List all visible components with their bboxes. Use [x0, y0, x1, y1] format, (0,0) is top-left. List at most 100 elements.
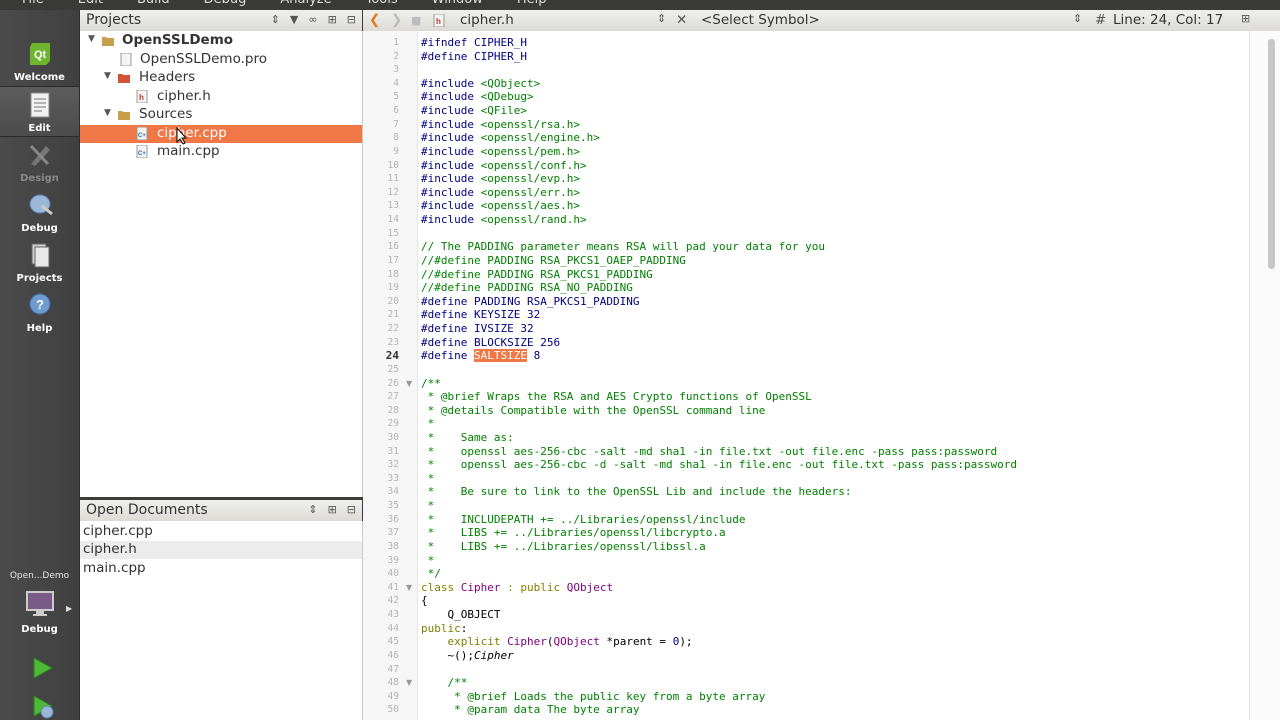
code-token: *parent =: [599, 635, 673, 649]
scrollbar-thumb[interactable]: [1268, 39, 1275, 269]
close-pane-icon[interactable]: ⊟: [347, 13, 356, 26]
view-selector-icon[interactable]: ⇕: [271, 13, 280, 26]
expand-arrow-icon[interactable]: ▼: [104, 108, 111, 118]
open-documents-title: Open Documents: [86, 502, 208, 518]
menu-debug[interactable]: Debug: [204, 0, 247, 7]
file-dropdown-icon[interactable]: ⇕: [657, 12, 666, 25]
line-number: 42: [387, 595, 399, 607]
design-pencil-icon: [29, 144, 50, 166]
kit-selector[interactable]: ▶ Debug: [0, 586, 79, 642]
open-document-item[interactable]: main.cpp: [80, 560, 362, 578]
line-number: 21: [387, 309, 399, 321]
line-number: 38: [387, 540, 399, 552]
code-line: {: [421, 594, 428, 608]
split-icon[interactable]: ⊞: [328, 503, 337, 516]
code-line: #include <openssl/aes.h>: [421, 199, 580, 213]
menu-window[interactable]: Window: [432, 0, 483, 7]
line-number: 12: [387, 186, 399, 198]
debug-run-icon[interactable]: [30, 694, 54, 720]
code-token: * @brief Loads the public key from a byt…: [421, 689, 766, 703]
mode-sidebar: Qt Welcome Edit Design Debug Projects ? …: [0, 10, 80, 720]
kit-arrow-icon: ▶: [66, 604, 73, 613]
code-token: <openssl/pem.h>: [480, 144, 580, 158]
menu-analyze[interactable]: Analyze: [280, 0, 331, 7]
code-token: * openssl aes-256-cbc -salt -md sha1 -in…: [421, 444, 998, 458]
code-token: #include: [421, 90, 481, 104]
sources-folder-icon: [118, 111, 130, 120]
forward-arrow-icon[interactable]: ❯: [391, 12, 402, 28]
code-line: #ifndef CIPHER_H: [421, 36, 527, 50]
menu-help[interactable]: Help: [517, 0, 547, 7]
line-number: 47: [387, 663, 399, 675]
tree-label: Headers: [139, 69, 196, 85]
mode-design[interactable]: Design: [0, 138, 79, 186]
mode-label: Help: [26, 323, 53, 334]
code-editor[interactable]: 1 2 3 4 5 6 7 8 9 10 11 12 13 14 15 16 17 18 19 20 21 22 23 24 2…: [363, 31, 1280, 720]
fold-marker-icon[interactable]: ▼: [406, 678, 412, 687]
code-token: #define KEYSIZE 32: [421, 308, 541, 322]
mode-projects[interactable]: Projects: [0, 238, 79, 286]
vertical-scrollbar[interactable]: [1249, 31, 1280, 720]
code-token: #define PADDING RSA_PKCS1_PADDING: [421, 294, 640, 308]
menu-file[interactable]: File: [22, 0, 44, 7]
code-token: * LIBS += ../Libraries/openssl/libcrypto…: [421, 526, 726, 540]
code-line: #define BLOCKSIZE 256: [421, 336, 560, 350]
svg-text:h: h: [436, 17, 441, 26]
code-token: <QDebug>: [480, 90, 534, 104]
link-icon[interactable]: ∞: [308, 13, 317, 26]
code-line: * openssl aes-256-cbc -salt -md sha1 -in…: [421, 444, 998, 459]
line-number-gutter: 1 2 3 4 5 6 7 8 9 10 11 12 13 14 15 16 17 18 19 20 21 22 23 24 2…: [363, 31, 418, 720]
filter-icon[interactable]: ▼: [290, 13, 298, 26]
open-document-item[interactable]: cipher.h: [80, 541, 362, 559]
code-line: #define PADDING RSA_PKCS1_PADDING: [421, 295, 640, 309]
code-token: #include: [421, 104, 481, 118]
code-line: * openssl aes-256-cbc -d -salt -md sha1 …: [421, 458, 1017, 472]
back-arrow-icon[interactable]: ❮: [369, 12, 380, 28]
mode-label: Debug: [21, 223, 58, 234]
expand-arrow-icon[interactable]: ▼: [104, 71, 111, 81]
code-line: Q_OBJECT: [421, 608, 500, 622]
line-number: 7: [393, 118, 399, 130]
mode-label: Projects: [16, 273, 63, 284]
svg-text:Qt: Qt: [34, 49, 47, 61]
kit-build-config: Debug: [21, 624, 58, 635]
pro-file-icon: [120, 53, 132, 66]
mode-edit[interactable]: Edit: [0, 86, 79, 137]
view-selector-icon[interactable]: ⇕: [308, 503, 317, 516]
code-token: Cipher: [507, 635, 547, 649]
mode-help[interactable]: ? Help: [0, 288, 79, 336]
menu-bar: File Edit Build Debug Analyze Tools Window Help: [0, 0, 1280, 10]
split-icon[interactable]: ⊞: [328, 13, 337, 26]
menu-edit[interactable]: Edit: [78, 0, 103, 7]
code-line: */: [421, 567, 441, 581]
code-token: QObject: [566, 580, 614, 594]
fold-marker-icon[interactable]: ▼: [406, 583, 412, 592]
close-file-icon[interactable]: ✕: [676, 12, 687, 28]
symbol-selector[interactable]: <Select Symbol>: [701, 12, 820, 28]
code-token: Cipher: [460, 580, 501, 594]
mode-welcome[interactable]: Qt Welcome: [0, 37, 79, 85]
line-number: 41: [387, 581, 399, 593]
code-token: ();: [454, 648, 474, 662]
code-token: #include: [421, 199, 481, 213]
line-number: 14: [387, 214, 399, 226]
menu-build[interactable]: Build: [137, 0, 170, 7]
svg-text:?: ?: [36, 297, 44, 312]
run-icon[interactable]: [30, 656, 54, 680]
open-document-item[interactable]: cipher.cpp: [80, 523, 362, 541]
fold-marker-icon[interactable]: ▼: [406, 379, 412, 388]
current-file-name[interactable]: cipher.h: [460, 12, 514, 28]
code-line: * @brief Loads the public key from a byt…: [421, 690, 765, 704]
code-token: *: [421, 499, 435, 513]
close-pane-icon[interactable]: ⊟: [347, 503, 356, 516]
project-tree: ▼ OpenSSLDemo OpenSSLDemo.pro ▼ Headers …: [80, 31, 363, 497]
split-editor-icon[interactable]: ⊞: [1241, 12, 1250, 25]
symbol-dropdown-icon[interactable]: ⇕: [1073, 12, 1082, 25]
mode-debug[interactable]: Debug: [0, 188, 79, 236]
code-line: * Be sure to link to the OpenSSL Lib and…: [421, 485, 852, 499]
code-line: // The PADDING parameter means RSA will …: [421, 240, 825, 254]
menu-tools[interactable]: Tools: [366, 0, 398, 7]
expand-arrow-icon[interactable]: ▼: [88, 34, 95, 44]
code-token: #include: [421, 144, 481, 158]
code-line: /**: [421, 377, 441, 391]
